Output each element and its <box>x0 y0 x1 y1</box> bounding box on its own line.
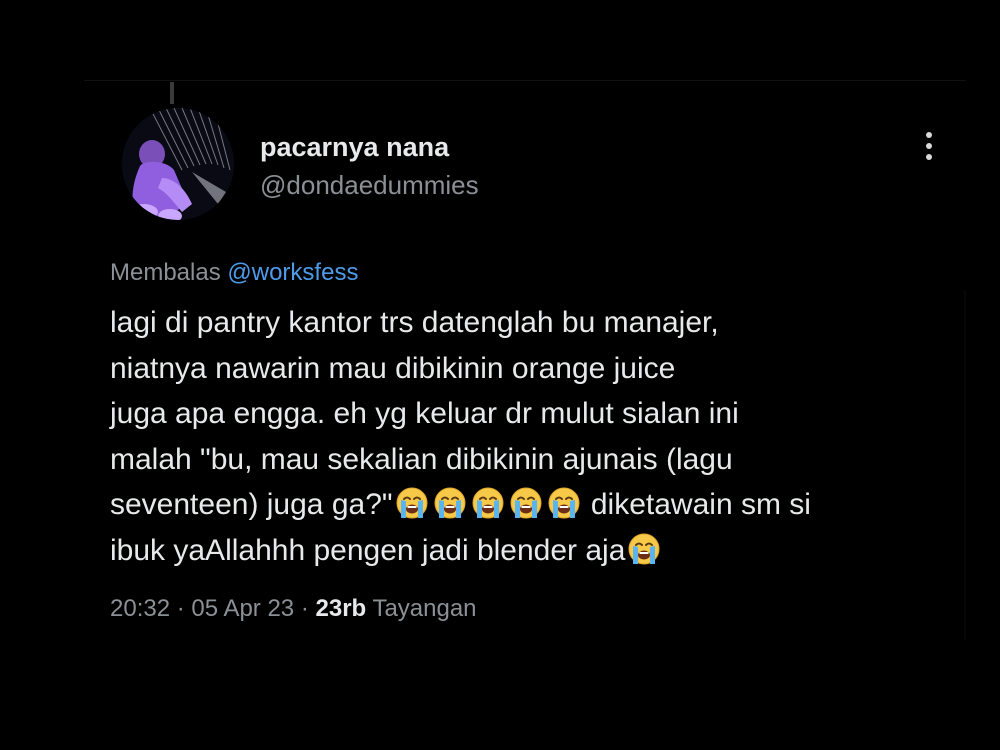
reply-mention-link[interactable]: @worksfess <box>227 259 358 286</box>
author-display-name[interactable]: pacarnya nana <box>260 132 449 163</box>
meta-separator: · <box>300 595 309 622</box>
more-options-button[interactable] <box>916 130 942 164</box>
loudly-crying-face-icon <box>433 486 467 520</box>
views-label: Tayangan <box>372 595 477 622</box>
author-handle[interactable]: @dondaedummies <box>260 170 479 201</box>
tweet-meta: 20:32 · 05 Apr 23 · 23rb Tayangan <box>110 595 477 623</box>
more-vertical-icon-dot <box>926 154 932 160</box>
more-vertical-icon <box>926 132 932 138</box>
tweet-date[interactable]: 05 Apr 23 <box>191 595 294 622</box>
more-vertical-icon-dot <box>926 143 932 149</box>
tweet-text-line: juga apa engga. eh yg keluar dr mulut si… <box>110 397 739 430</box>
loudly-crying-face-icon <box>509 486 543 520</box>
tweet-text-line: malah "bu, mau sekalian dibikinin ajunai… <box>110 442 733 476</box>
tweet-time[interactable]: 20:32 <box>110 595 170 622</box>
tweet-text-line: lagi di pantry kantor trs datenglah bu m… <box>110 306 719 339</box>
tweet-text-segment: diketawain sm si <box>590 488 811 521</box>
loudly-crying-face-icon <box>471 486 505 520</box>
meta-separator: · <box>176 595 185 622</box>
views-count[interactable]: 23rb <box>316 595 367 622</box>
tweet-text-segment: ibuk yaAllahhh pengen jadi blender aja <box>110 533 626 567</box>
avatar[interactable] <box>122 108 234 220</box>
tweet-text-line-with-emojis: seventeen) juga ga?" diketawain sm si <box>110 482 970 528</box>
tweet-text-line: niatnya nawarin mau dibikinin orange jui… <box>110 351 676 385</box>
reply-prefix: Membalas <box>110 259 221 286</box>
thread-connector-line <box>170 82 174 104</box>
loudly-crying-face-icon <box>547 486 581 520</box>
tweet-body: lagi di pantry kantor trs datenglah bu m… <box>110 300 970 573</box>
loudly-crying-face-icon <box>395 486 429 520</box>
tweet-text-line-with-emojis: ibuk yaAllahhh pengen jadi blender aja <box>110 528 970 574</box>
loudly-crying-face-icon <box>627 532 661 566</box>
tweet-text-segment: seventeen) juga ga?" <box>110 488 393 521</box>
divider <box>964 290 966 640</box>
reply-context: Membalas @worksfess <box>110 259 358 287</box>
